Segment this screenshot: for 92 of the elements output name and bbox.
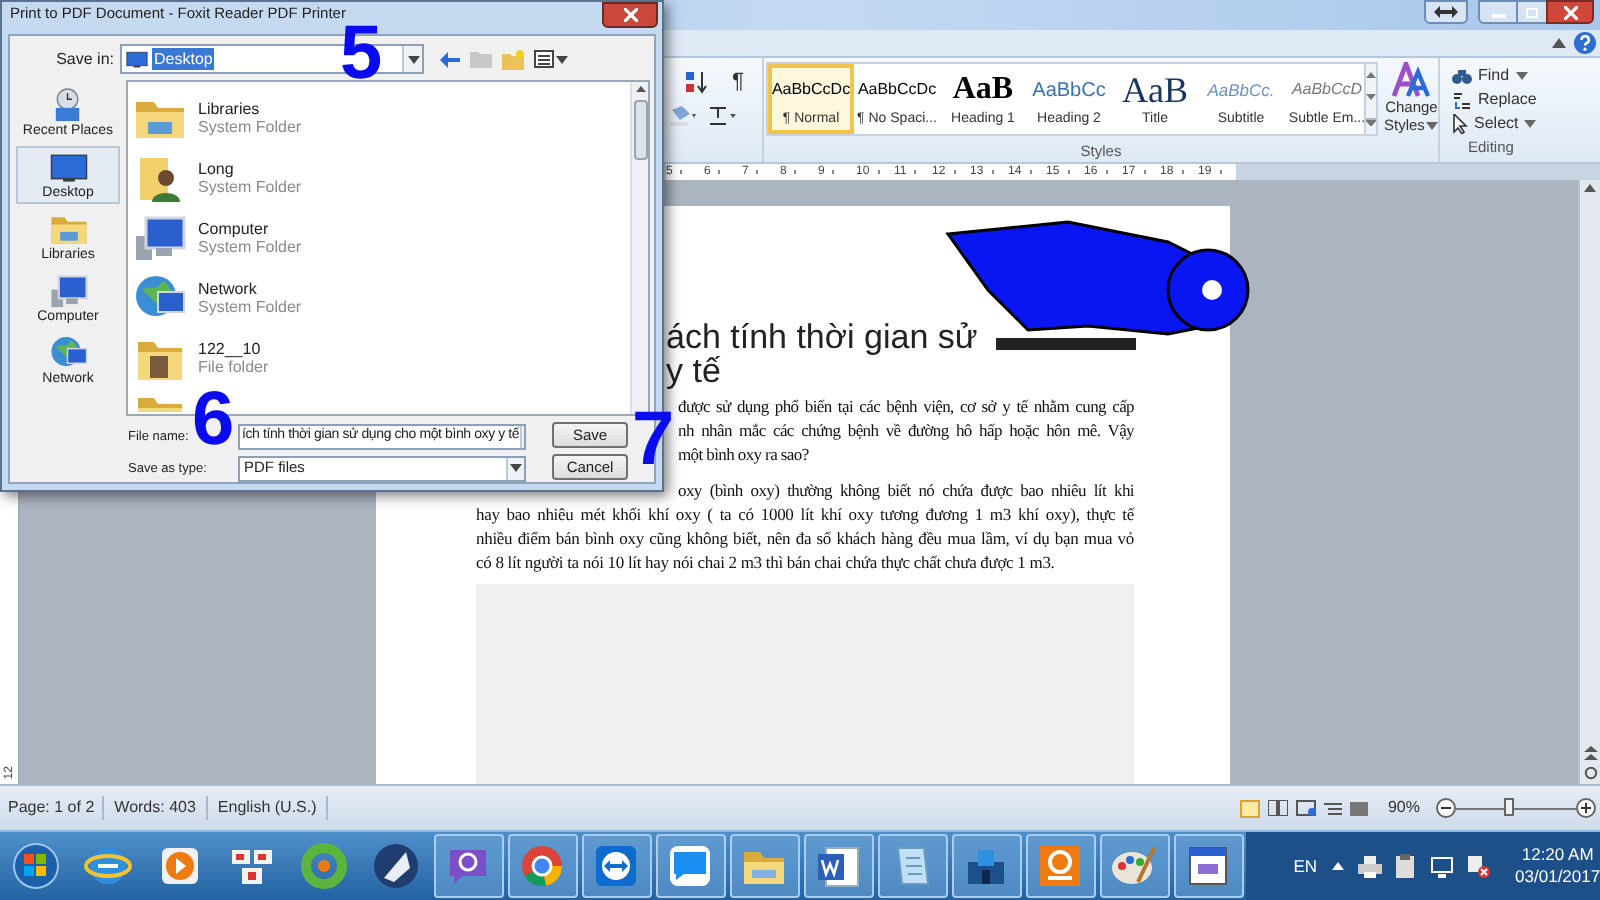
network-error-icon[interactable] xyxy=(1467,855,1490,877)
zoom-in-icon[interactable] xyxy=(1576,798,1596,818)
language-indicator: English (U.S.) xyxy=(207,796,329,820)
close-button[interactable] xyxy=(602,2,658,28)
step-number: 6 xyxy=(192,394,235,448)
zoom-slider-thumb[interactable] xyxy=(1504,798,1514,816)
border-icon[interactable] xyxy=(708,106,736,126)
restore-button[interactable] xyxy=(1424,0,1468,24)
letters-icon xyxy=(1389,62,1434,98)
zoom-out-icon[interactable] xyxy=(1436,798,1456,818)
printer-icon[interactable] xyxy=(1357,855,1382,877)
maximize-button[interactable] xyxy=(1518,0,1546,24)
view-icon xyxy=(534,50,554,68)
caret-icon xyxy=(1426,121,1439,129)
user-folder-icon xyxy=(134,152,186,204)
taskbar-button[interactable] xyxy=(1173,834,1244,898)
scroll-down-icon[interactable] xyxy=(1366,94,1376,101)
editing-command[interactable]: Replace xyxy=(1452,88,1564,112)
caret-icon xyxy=(1515,72,1528,80)
body-text-line: được sử dụng phổ biến tại các bệnh viện, cơ sở y tế nhằm cung cấp xyxy=(678,394,1134,418)
start-orb-icon xyxy=(11,842,60,890)
file-item[interactable]: 122__10 File folder xyxy=(134,328,630,388)
file-item[interactable]: Long System Folder xyxy=(134,148,630,208)
scroll-up-icon[interactable] xyxy=(1584,184,1596,192)
taskbar-button[interactable] xyxy=(433,834,504,898)
scrollbar-thumb[interactable] xyxy=(633,100,647,160)
body-text-line: một bình oxy ra sao? xyxy=(678,442,811,466)
window-icon xyxy=(1184,842,1233,890)
taskbar-button[interactable] xyxy=(581,834,652,898)
clock-date: 03/01/2017 xyxy=(1515,866,1600,888)
globe-icon xyxy=(83,842,132,890)
draft-icon[interactable] xyxy=(1349,801,1368,815)
clock-time: 12:20 AM xyxy=(1521,844,1594,866)
more-icon[interactable] xyxy=(1366,117,1376,126)
close-icon xyxy=(1563,5,1577,19)
quill-icon xyxy=(371,842,420,890)
palette-icon xyxy=(1110,842,1159,890)
editing-command[interactable]: Select xyxy=(1452,112,1564,136)
paragraph-mark-button[interactable]: ¶ xyxy=(732,71,744,93)
taskbar-button[interactable] xyxy=(507,834,578,898)
browse-object-icon[interactable] xyxy=(1583,766,1597,780)
previous-page-icon[interactable] xyxy=(1583,746,1597,760)
caret-icon xyxy=(1524,120,1537,128)
back-icon[interactable] xyxy=(440,51,460,67)
monitor-icon[interactable] xyxy=(1429,855,1454,877)
close-icon xyxy=(623,8,637,22)
heading-line: y tế xyxy=(666,354,721,388)
body-text-line: nh nhân mắc các chứng bệnh về đường hô hấp hoặc hôn mê. Vậy xyxy=(678,418,1134,442)
input-language[interactable]: EN xyxy=(1293,853,1318,879)
word-count: Words: 403 xyxy=(104,796,208,820)
file-item[interactable]: Computer System Folder xyxy=(134,208,630,268)
show-hidden-icon[interactable] xyxy=(1331,862,1344,870)
scroll-up-icon[interactable] xyxy=(635,86,645,92)
network-icon xyxy=(49,334,87,372)
body-text-line: oxy (bình oxy) thường không biết nó chứa được bao nhiêu lít khi xyxy=(678,478,1134,502)
file-item[interactable]: Libraries System Folder xyxy=(134,88,630,148)
clock[interactable]: 12:20 AM 03/01/2017 xyxy=(1515,844,1600,888)
double-arrow-icon xyxy=(1434,6,1458,18)
editing-command[interactable]: Find xyxy=(1452,64,1564,88)
document-icon xyxy=(814,842,863,890)
browser-icon xyxy=(518,842,567,890)
field-label: Save in: xyxy=(54,47,116,71)
page-count: Page: 1 of 2 xyxy=(0,796,105,820)
computer-icon xyxy=(134,212,186,264)
chat-bubble-icon xyxy=(666,842,715,890)
collapse-ribbon-icon[interactable] xyxy=(1552,38,1566,48)
help-icon[interactable] xyxy=(1574,32,1596,54)
body-text-line: có 8 lít người ta nói 10 lít hay nói chai 2 m3 thì bán chai chứa thực chất chưa được 1 m3. xyxy=(476,550,1057,574)
scroll-up-icon[interactable] xyxy=(1366,72,1376,79)
minimize-button[interactable] xyxy=(1478,0,1518,24)
reading-view-icon[interactable] xyxy=(1267,800,1288,816)
caret-icon xyxy=(510,464,522,472)
sort-icon[interactable] xyxy=(684,70,708,94)
zoom-level: 90% xyxy=(1387,796,1420,820)
body-text-line: nhiều điểm bán bình oxy cũng không biết, nên đa số khách hàng đều mua lầm, ví dụ bạn mua vỏ xyxy=(476,526,1134,550)
taskbar-button[interactable] xyxy=(803,834,874,898)
taskbar-button[interactable] xyxy=(951,834,1022,898)
body-text-line: hay bao nhiêu mét khối khí oxy ( ta có 1000 lít khí oxy tương đương 1 m3 khí oxy), thực tế xyxy=(476,502,1134,526)
ring-icon xyxy=(299,842,348,890)
outline-icon[interactable] xyxy=(1323,801,1342,815)
computer-icon xyxy=(49,272,87,310)
web-layout-icon[interactable] xyxy=(1295,800,1316,816)
heading-line: ách tính thời gian sử xyxy=(666,320,978,354)
close-button[interactable] xyxy=(1546,0,1594,24)
clipboard-icon[interactable] xyxy=(1395,854,1416,878)
view-menu-button[interactable] xyxy=(534,50,568,68)
binoculars-icon xyxy=(1452,68,1472,84)
file-item[interactable]: Network System Folder xyxy=(134,268,630,328)
cursor-icon xyxy=(1452,114,1468,134)
replace-icon xyxy=(1452,91,1472,109)
desktop-icon xyxy=(126,48,148,70)
pdf-icon xyxy=(1036,842,1085,890)
